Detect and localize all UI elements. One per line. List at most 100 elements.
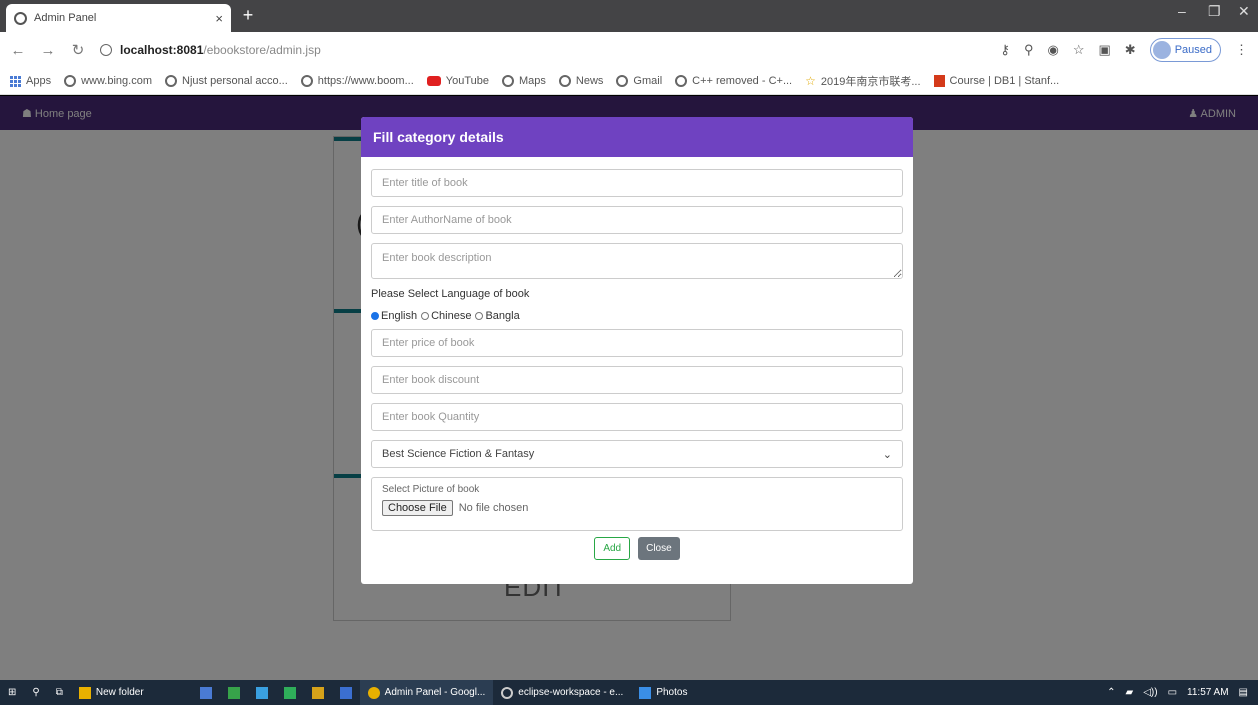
system-tray: ⌃ ▰ ◁)) ▭ 11:57 AM ▤: [1107, 687, 1258, 698]
language-label: Please Select Language of book: [371, 288, 530, 300]
radio-chinese[interactable]: [421, 312, 430, 320]
pinned-app-icon[interactable]: [248, 680, 276, 705]
globe-icon: [64, 75, 77, 87]
choose-file-button[interactable]: Choose File: [382, 500, 453, 516]
radio-bangla-label: Bangla: [485, 310, 520, 322]
bookmark-item[interactable]: YouTube: [426, 75, 489, 87]
bookmark-star-icon[interactable]: ☆: [1073, 42, 1085, 58]
new-tab-button[interactable]: +: [237, 6, 259, 26]
book-description-input[interactable]: [371, 243, 903, 279]
chrome-icon: [367, 686, 380, 699]
radio-english-label: English: [381, 310, 418, 322]
picture-upload: Select Picture of book Choose File No fi…: [371, 477, 903, 531]
key-icon[interactable]: ⚷: [1000, 42, 1010, 58]
tab-title: Admin Panel: [34, 12, 97, 24]
globe-icon: [558, 75, 571, 87]
photos-icon: [639, 686, 652, 699]
pinned-app-icon[interactable]: [220, 680, 248, 705]
task-view-icon[interactable]: ⧉: [48, 680, 71, 705]
globe-icon: [165, 75, 177, 87]
maximize-icon[interactable]: ❐: [1208, 3, 1221, 20]
network-icon[interactable]: ▰: [1126, 687, 1134, 698]
add-button[interactable]: Add: [594, 537, 631, 560]
profile-status: Paused: [1174, 44, 1212, 56]
folder-icon: [78, 686, 91, 699]
pinned-app-icon[interactable]: [192, 680, 220, 705]
eclipse-icon: [501, 686, 514, 699]
url-host: localhost:8081: [120, 43, 204, 57]
modal-body: Please Select Language of book English C…: [361, 157, 913, 560]
windows-taskbar: ⊞ ⚲ ⧉ New folder Admin Panel - Googl... …: [0, 680, 1258, 705]
zoom-icon[interactable]: ⚲: [1024, 42, 1034, 58]
add-book-modal: Fill category details Please Select Lang…: [361, 117, 913, 584]
close-tab-icon[interactable]: ×: [215, 11, 223, 26]
notification-icon[interactable]: ▤: [1239, 687, 1248, 698]
globe-icon: [616, 75, 629, 87]
category-selected-value: Best Science Fiction & Fantasy: [382, 448, 535, 460]
close-window-icon[interactable]: ✕: [1238, 3, 1250, 20]
bookmark-item[interactable]: Apps: [10, 75, 51, 87]
bookmark-item[interactable]: Course | DB1 | Stanf...: [933, 75, 1059, 87]
globe-icon: [300, 75, 313, 87]
taskbar-item[interactable]: Photos: [631, 680, 695, 705]
book-quantity-input[interactable]: [371, 403, 903, 431]
chevron-down-icon: ⌄: [882, 448, 892, 461]
reload-icon[interactable]: ↻: [70, 41, 86, 59]
modal-title: Fill category details: [361, 117, 913, 157]
bookmark-item[interactable]: News: [558, 75, 603, 87]
address-bar[interactable]: localhost:8081/ebookstore/admin.jsp: [100, 36, 986, 64]
star-icon: ☆: [805, 74, 816, 88]
url-path: /ebookstore/admin.jsp: [203, 43, 321, 57]
book-discount-input[interactable]: [371, 366, 903, 394]
pinned-app-icon[interactable]: [332, 680, 360, 705]
taskbar-item[interactable]: Admin Panel - Googl...: [359, 680, 494, 705]
keyboard-icon[interactable]: ▭: [1168, 687, 1177, 698]
browser-toolbar: ← → ↻ localhost:8081/ebookstore/admin.js…: [0, 32, 1258, 68]
browser-tab-strip: Admin Panel × + – ❐ ✕: [0, 0, 1258, 32]
pinned-app-icon[interactable]: [276, 680, 304, 705]
bookmark-item[interactable]: www.bing.com: [64, 75, 152, 87]
radio-english[interactable]: [371, 312, 379, 320]
bookmark-item[interactable]: C++ removed - C+...: [675, 75, 792, 87]
no-file-text: No file chosen: [458, 502, 529, 514]
radio-bangla[interactable]: [475, 312, 484, 320]
globe-icon: [502, 75, 514, 87]
picture-label: Select Picture of book: [382, 484, 480, 495]
apps-grid-icon: [10, 75, 21, 87]
category-select[interactable]: Best Science Fiction & Fantasy ⌄: [371, 440, 903, 468]
radio-chinese-label: Chinese: [431, 310, 472, 322]
extension-icon[interactable]: ▣: [1098, 42, 1110, 58]
minimize-icon[interactable]: –: [1178, 3, 1186, 19]
youtube-icon: [426, 76, 441, 86]
book-price-input[interactable]: [371, 329, 903, 357]
pinned-app-icon[interactable]: [304, 680, 332, 705]
search-icon[interactable]: ⚲: [24, 680, 47, 705]
clock[interactable]: 11:57 AM: [1187, 687, 1229, 698]
forward-icon[interactable]: →: [40, 42, 56, 59]
taskbar-item[interactable]: New folder: [71, 680, 152, 705]
profile-button[interactable]: Paused: [1149, 38, 1221, 62]
book-author-input[interactable]: [371, 206, 903, 234]
back-icon[interactable]: ←: [10, 42, 26, 59]
book-title-input[interactable]: [371, 169, 903, 197]
eye-icon[interactable]: ◉: [1047, 42, 1058, 58]
chevron-up-icon[interactable]: ⌃: [1107, 687, 1115, 698]
modal-actions: Add Close: [371, 537, 903, 560]
bookmark-item[interactable]: ☆ 2019年南京市联考...: [805, 73, 920, 89]
language-radio-group: English Chinese Bangla: [371, 310, 903, 322]
puzzle-icon[interactable]: ✱: [1125, 42, 1136, 58]
bookmark-item[interactable]: Gmail: [616, 75, 662, 87]
browser-tab[interactable]: Admin Panel ×: [6, 4, 231, 32]
globe-icon: [675, 75, 688, 87]
taskbar-item[interactable]: eclipse-workspace - e...: [493, 680, 631, 705]
bookmark-item[interactable]: Maps: [502, 75, 546, 87]
course-icon: [933, 75, 945, 87]
menu-icon[interactable]: ⋮: [1235, 42, 1248, 58]
close-button[interactable]: Close: [638, 537, 680, 560]
site-info-icon[interactable]: [100, 44, 112, 56]
start-icon[interactable]: ⊞: [0, 680, 24, 705]
bookmark-item[interactable]: https://www.boom...: [300, 75, 414, 87]
volume-icon[interactable]: ◁)): [1143, 687, 1157, 698]
bookmark-item[interactable]: Njust personal acco...: [165, 75, 288, 87]
page-viewport: ☗ Home page ♟ ADMIN ( C EDIT Fill catego…: [0, 96, 1258, 680]
